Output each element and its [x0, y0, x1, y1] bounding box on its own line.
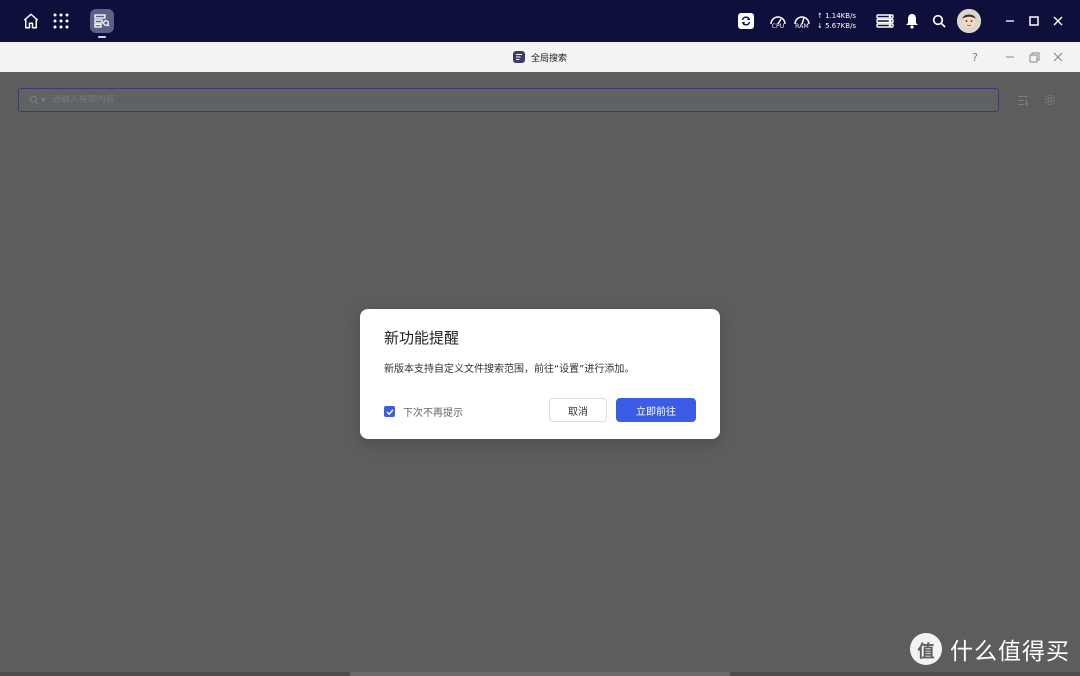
cancel-button[interactable]: 取消 — [549, 398, 607, 422]
dialog-message: 新版本支持自定义文件搜索范围，前往“设置”进行添加。 — [384, 364, 635, 375]
system-taskbar: CPU RAM ↑ 1.14KB/s ↓ 5.67KB/s — [0, 0, 1080, 42]
help-button[interactable]: ? — [966, 42, 984, 72]
minimize-icon[interactable] — [1000, 0, 1020, 42]
server-list-icon[interactable] — [874, 0, 896, 42]
maximize-icon[interactable] — [1024, 0, 1044, 42]
close-icon[interactable] — [1048, 0, 1068, 42]
upload-speed: 1.14KB/s — [825, 12, 857, 20]
ram-label: RAM — [795, 23, 809, 30]
global-search-app-icon[interactable] — [90, 9, 114, 33]
ram-gauge-icon[interactable]: RAM — [791, 12, 813, 32]
download-speed: 5.67KB/s — [825, 22, 857, 30]
checkbox-label[interactable]: 下次不再提示 — [403, 404, 463, 419]
bell-icon[interactable] — [902, 0, 922, 42]
app-titlebar: 全局搜索 ? — [0, 42, 1080, 72]
search-box[interactable]: ▼ — [18, 88, 999, 112]
cpu-label: CPU — [771, 23, 785, 30]
search-input[interactable] — [51, 95, 352, 105]
checkbox-checked-icon[interactable] — [384, 406, 395, 417]
global-search-icon — [512, 51, 525, 63]
home-icon[interactable] — [18, 0, 44, 42]
watermark-text: 什么值得买 — [950, 639, 1070, 665]
avatar[interactable] — [957, 9, 981, 33]
go-now-button[interactable]: 立即前往 — [616, 398, 696, 422]
new-feature-dialog: 新功能提醒 新版本支持自定义文件搜索范围，前往“设置”进行添加。 下次不再提示 … — [360, 309, 720, 439]
watermark-logo: 值 — [910, 633, 942, 665]
window-restore-icon[interactable] — [1025, 42, 1043, 72]
active-app-indicator — [98, 36, 106, 38]
window-close-icon[interactable] — [1049, 42, 1067, 72]
search-scope-icon[interactable] — [29, 95, 39, 105]
window-minimize-icon[interactable] — [1001, 42, 1019, 72]
sync-icon[interactable] — [735, 0, 757, 42]
dont-show-again-checkbox[interactable]: 下次不再提示 — [384, 404, 463, 419]
window-title: 全局搜索 — [530, 53, 567, 64]
apps-grid-icon[interactable] — [50, 0, 72, 42]
bottom-edge — [0, 672, 1080, 676]
dialog-title: 新功能提醒 — [384, 329, 460, 347]
filter-icon[interactable] — [1016, 93, 1030, 107]
watermark: 值 什么值得买 — [910, 632, 1070, 666]
gear-icon[interactable] — [1043, 93, 1057, 107]
chevron-down-icon[interactable]: ▼ — [41, 97, 46, 104]
network-speed[interactable]: ↑ 1.14KB/s ↓ 5.67KB/s — [817, 11, 856, 31]
search-icon[interactable] — [929, 0, 949, 42]
cpu-gauge-icon[interactable]: CPU — [767, 12, 789, 32]
